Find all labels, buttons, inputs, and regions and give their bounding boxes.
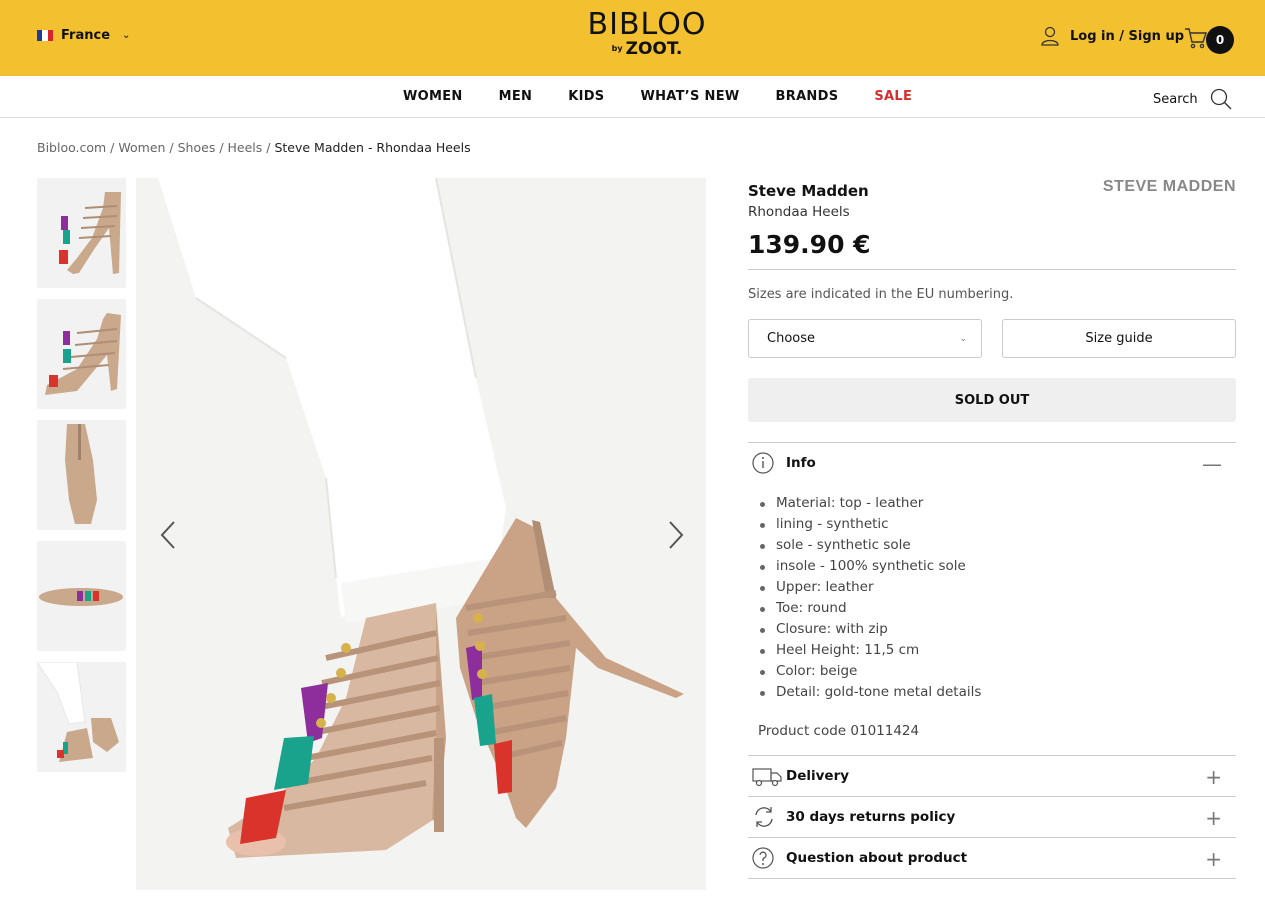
search-label: Search [1153, 91, 1198, 107]
info-item: Color: beige [758, 661, 1236, 682]
truck-icon [752, 768, 782, 787]
question-accordion: Question about product + [748, 837, 1236, 879]
returns-title: 30 days returns policy [786, 809, 956, 825]
delivery-accordion-header[interactable]: Delivery + [748, 756, 1236, 796]
breadcrumb-home[interactable]: Bibloo.com [37, 140, 106, 155]
thumbnail-list [37, 178, 126, 783]
nav-item-whats-new[interactable]: WHAT’S NEW [640, 89, 739, 104]
product-photo [136, 178, 706, 890]
search-icon [1210, 88, 1232, 110]
product-price: 139.90 € [748, 230, 1236, 270]
delivery-accordion: Delivery + [748, 755, 1236, 796]
info-item: Upper: leather [758, 577, 1236, 598]
shoe-back-image [37, 420, 126, 530]
info-accordion: Info — Material: top - leather lining - … [748, 442, 1236, 747]
expand-plus-icon[interactable]: + [1205, 806, 1222, 830]
cart-icon [1185, 28, 1207, 49]
brand-logo[interactable]: STEVE MADDEN [1103, 178, 1236, 196]
breadcrumb-separator: / [262, 140, 275, 155]
product-panel: Steve Madden STEVE MADDEN Rhondaa Heels … [748, 178, 1236, 879]
product-code: Product code 01011424 [758, 723, 920, 739]
breadcrumb-separator: / [165, 140, 178, 155]
sizes-note: Sizes are indicated in the EU numbering. [748, 287, 1014, 302]
breadcrumb-women[interactable]: Women [118, 140, 165, 155]
model-legs-image [37, 662, 126, 772]
returns-accordion: 30 days returns policy + [748, 796, 1236, 837]
size-select[interactable]: Choose ⌄ [748, 319, 982, 358]
logo-main: BIBLOO [587, 7, 707, 42]
expand-plus-icon[interactable]: + [1205, 765, 1222, 789]
country-selector[interactable]: France ⌄ [37, 28, 130, 43]
top-bar: France ⌄ BIBLOO by ZOOT. Log in / Sign up… [0, 0, 1265, 76]
cart-count-badge: 0 [1206, 26, 1234, 54]
shoe-side-image [37, 178, 126, 288]
logo-sub: by ZOOT. [582, 40, 712, 58]
country-label: France [61, 28, 111, 43]
size-guide-button[interactable]: Size guide [1002, 319, 1236, 358]
thumbnail-2[interactable] [37, 299, 126, 409]
login-link[interactable]: Log in / Sign up [1040, 26, 1184, 46]
prev-image-arrow-icon[interactable] [158, 520, 178, 550]
nav-item-kids[interactable]: KIDS [568, 89, 604, 104]
next-image-arrow-icon[interactable] [666, 520, 686, 550]
shoe-sole-image [37, 541, 126, 651]
info-item: sole - synthetic sole [758, 535, 1236, 556]
question-icon [752, 847, 774, 869]
breadcrumb-separator: / [215, 140, 228, 155]
login-label: Log in / Sign up [1070, 28, 1185, 44]
returns-arrows-icon [755, 807, 773, 827]
user-icon [1041, 26, 1059, 46]
thumbnail-1[interactable] [37, 178, 126, 288]
thumbnail-4[interactable] [37, 541, 126, 651]
question-accordion-header[interactable]: Question about product + [748, 838, 1236, 878]
size-select-label: Choose [767, 331, 815, 346]
nav-item-sale[interactable]: SALE [874, 89, 912, 104]
info-icon [752, 452, 774, 474]
breadcrumb: Bibloo.com / Women / Shoes / Heels / Ste… [37, 140, 471, 155]
info-item: lining - synthetic [758, 514, 1236, 535]
chevron-down-icon: ⌄ [122, 30, 131, 41]
product-main-image[interactable] [136, 178, 706, 890]
info-item: Detail: gold-tone metal details [758, 682, 1236, 703]
main-nav: WOMEN MEN KIDS WHAT’S NEW BRANDS SALE Se… [0, 76, 1265, 118]
info-item: Closure: with zip [758, 619, 1236, 640]
info-item: insole - 100% synthetic sole [758, 556, 1236, 577]
size-guide-label: Size guide [1085, 331, 1153, 346]
returns-accordion-header[interactable]: 30 days returns policy + [748, 797, 1236, 837]
cart-button[interactable]: 0 [1184, 22, 1234, 54]
info-item: Material: top - leather [758, 493, 1236, 514]
info-accordion-header[interactable]: Info — [748, 443, 1236, 483]
thumbnail-3[interactable] [37, 420, 126, 530]
expand-plus-icon[interactable]: + [1205, 847, 1222, 871]
collapse-minus-icon[interactable]: — [1202, 452, 1222, 476]
breadcrumb-current: Steve Madden - Rhondaa Heels [274, 140, 471, 155]
question-title: Question about product [786, 850, 968, 866]
thumbnail-5[interactable] [37, 662, 126, 772]
info-body: Material: top - leather lining - synthet… [748, 483, 1236, 747]
search-button[interactable]: Search [1153, 88, 1232, 110]
info-item: Toe: round [758, 598, 1236, 619]
info-title: Info [786, 455, 816, 471]
france-flag-icon [37, 30, 53, 41]
breadcrumb-separator: / [106, 140, 119, 155]
sold-out-button[interactable]: SOLD OUT [748, 378, 1236, 422]
breadcrumb-shoes[interactable]: Shoes [178, 140, 216, 155]
logo-zoot: ZOOT. [625, 39, 683, 59]
nav-item-men[interactable]: MEN [499, 89, 533, 104]
shoe-angle-image [37, 299, 126, 409]
nav-item-women[interactable]: WOMEN [403, 89, 463, 104]
logo-by: by [611, 44, 623, 53]
breadcrumb-heels[interactable]: Heels [228, 140, 263, 155]
chevron-down-icon: ⌄ [959, 333, 967, 344]
delivery-title: Delivery [786, 768, 850, 784]
info-item: Heel Height: 11,5 cm [758, 640, 1236, 661]
nav-item-brands[interactable]: BRANDS [776, 89, 839, 104]
site-logo[interactable]: BIBLOO by ZOOT. [582, 7, 712, 59]
product-model: Rhondaa Heels [748, 204, 850, 220]
